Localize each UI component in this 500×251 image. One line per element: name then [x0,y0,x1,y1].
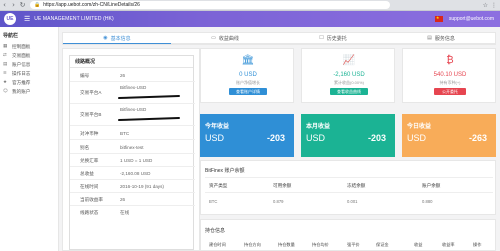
company-title: UE MANAGEMENT LIMITED (HK) [34,16,114,22]
tab-basic-info[interactable]: ◉ 基本信息 [63,33,171,44]
positions-title: 持仓信息 [205,228,226,234]
overview-row: 编号 26 [70,68,195,82]
overview-row: 当前收益率 26 [70,193,195,206]
address-bar[interactable]: 🔒 https://app.uebot.com/zh-CN/LineDetail… [30,1,390,9]
menu-dots-icon[interactable]: ⋮ [491,2,497,9]
column-header: 收益率 [442,242,455,247]
star-icon[interactable]: ☆ [483,2,488,9]
sidebar-item-trade[interactable]: ⇄ 交易面板 [0,51,58,60]
sidebar-heading: 导航栏 [3,33,19,39]
table-cell: 0.880 [422,199,433,204]
divider [205,192,493,193]
table-cell: 0.001 [347,199,358,204]
column-header: 持仓方向 [244,242,261,247]
forward-icon[interactable]: › [9,1,18,10]
sidebar-item-log[interactable]: ≡ 操作日志 [0,69,58,78]
table-cell: BTC [209,199,218,204]
column-header: 持仓均价 [312,242,329,247]
balance-panel: BitFinex 账户余额 资产类型 可用余额 冻结余额 账户余额 BTC 0.… [200,160,496,215]
public-orders-button[interactable]: 公开委托 [434,88,466,95]
positions-panel: 持仓信息 建仓时间 持仓方向 持仓数量 持仓均价 强平价 保证金 收益 收益率 … [200,219,496,251]
overview-row: 线路状态 在线 [80,210,130,215]
back-icon[interactable]: ‹ [0,1,9,10]
account-icon: ▤ [3,62,8,67]
trade-icon: ⇄ [3,53,7,58]
chart-line-icon: 📈 [342,55,356,66]
view-curve-button[interactable]: 查看收益曲线 [330,88,368,95]
stat-card-net-value: 🏛 0 USD 账户净值增长 查看账户详情 [200,48,294,103]
lock-icon: 🔒 [34,2,41,8]
user-email[interactable]: support@uebot.com [449,16,494,22]
overview-row: 别名 bitfinex-test [70,140,195,154]
bitcoin-icon: ₿ [446,55,454,66]
overview-row: 兑换汇率 1 USD = 1 USD [70,154,195,167]
app-header: UE ☰ UE MANAGEMENT LIMITED (HK) support@… [0,11,500,27]
redaction-mark [117,116,181,122]
stat-card-holdings: ₿ 540.10 USD 持有币种(+) 公开委托 [402,48,496,103]
overview-card: 线路概况 编号 26 交易平台A Bitfinex-USD 交易平台B Bitf… [69,55,195,250]
year-profit-tile: 今年收益 USD -203 [200,114,294,157]
bank-icon: 🏛 [241,55,255,66]
table-cell: 0.879 [273,199,284,204]
column-header: 账户余额 [422,183,441,188]
sidebar-item-dashboard[interactable]: ▦ 控制面板 [0,42,58,51]
service-icon: ▤ [427,35,432,41]
column-header: 保证金 [376,242,389,247]
sidebar-item-label: 操作日志 [12,70,31,76]
column-header: 收益 [414,242,423,247]
language-flag-icon[interactable] [434,15,443,22]
overview-row: 交易平台A Bitfinex-USD [70,82,195,104]
month-profit-tile: 本月收益 USD -203 [301,114,395,157]
hamburger-icon[interactable]: ☰ [24,15,30,23]
info-icon: ◉ [103,35,108,41]
overview-row: 在线时间 2016-10-19 (91 days) [70,180,195,193]
today-profit-tile: 今日收益 USD -263 [402,114,496,157]
sidebar-item-label: 控制面板 [12,43,31,49]
reload-icon[interactable]: ↻ [18,1,27,10]
tab-profit-curve[interactable]: ▭ 收益曲线 [171,33,279,44]
user-icon: ☺ [3,89,8,94]
view-account-button[interactable]: 查看账户详情 [229,88,267,95]
balance-title: BitFinex 账户余额 [205,168,245,174]
history-icon: ☐ [319,35,324,41]
dashboard-icon: ▦ [3,44,8,49]
column-header: 持仓数量 [278,242,295,247]
divider [205,177,493,178]
sidebar-item-user[interactable]: ☺ 我的账户 [0,87,58,96]
chart-icon: ▭ [211,35,216,41]
column-header: 强平价 [347,242,360,247]
overview-row: 总收益 -2,160.08 USD [70,167,195,180]
overview-row: 交易平台B Bitfinex-USD [70,104,195,126]
overview-panel: 线路概况 编号 26 交易平台A Bitfinex-USD 交易平台B Bitf… [62,48,200,251]
sidebar-item-label: 官方推荐 [12,79,31,85]
sidebar-item-account[interactable]: ▤ 账户信息 [0,60,58,69]
logo[interactable]: UE [4,13,16,25]
sidebar-item-label: 交易面板 [12,52,31,58]
column-header: 建仓时间 [209,242,226,247]
recommend-icon: ★ [3,80,8,85]
sidebar-item-recommend[interactable]: ★ 官方推荐 [0,78,58,87]
sidebar-item-label: 账户信息 [12,61,31,67]
url-text: https://app.uebot.com/zh-CN/LineDetails/… [43,2,140,8]
column-header: 冻结余额 [347,183,366,188]
tab-history-orders[interactable]: ☐ 历史委托 [279,33,387,44]
tab-service-info[interactable]: ▤ 服务信息 [387,33,495,44]
overview-row: 对冲币种 BTC [70,126,195,140]
column-header: 资产类型 [209,183,228,188]
stat-card-total-profit: 📈 -2,160 USD 累计收益(0.00%) 查看收益曲线 [301,48,395,103]
browser-toolbar: ‹ › ↻ 🔒 https://app.uebot.com/zh-CN/Line… [0,0,500,11]
tab-bar: ◉ 基本信息 ▭ 收益曲线 ☐ 历史委托 ▤ 服务信息 [62,32,496,45]
sidebar-item-label: 我的账户 [12,88,31,94]
column-header: 可用余额 [273,183,292,188]
sidebar: 导航栏 ▦ 控制面板 ⇄ 交易面板 ▤ 账户信息 ≡ 操作日志 ★ 官方推荐 ☺ 我的账户 [0,27,59,251]
redaction-mark [117,94,181,100]
column-header: 操作 [473,242,482,247]
overview-title: 线路概况 [70,56,193,68]
log-icon: ≡ [3,71,7,76]
